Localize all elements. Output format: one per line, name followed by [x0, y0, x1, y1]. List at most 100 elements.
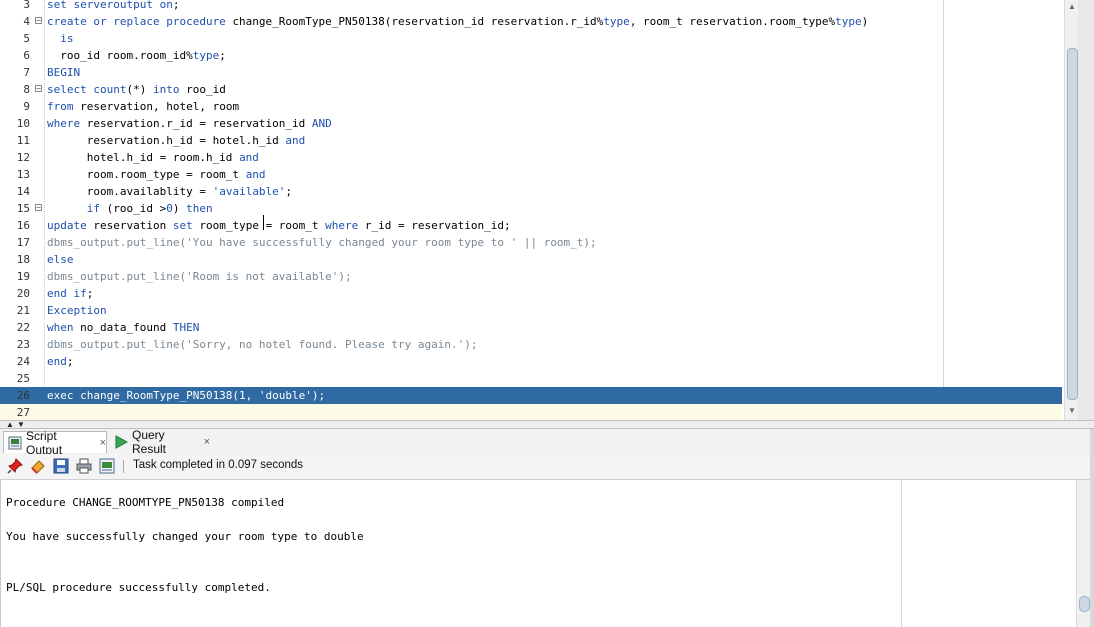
code-line[interactable]: 22 when no_data_found THEN [0, 319, 1062, 336]
code-line[interactable]: 7 BEGIN [0, 64, 1062, 81]
code-text: update reservation set room_type = room_… [47, 217, 511, 234]
save-as-icon[interactable] [99, 458, 115, 474]
scroll-up-icon[interactable]: ▲ [1068, 2, 1076, 11]
line-number: 18 [16, 253, 30, 266]
scrollbar-thumb[interactable] [1067, 48, 1078, 400]
script-output-icon [8, 436, 22, 450]
code-text: roo_id room.room_id%type; [47, 47, 226, 64]
code-token: roo_id [179, 83, 226, 96]
code-token: exec change_RoomType_PN50138(1, 'double'… [47, 389, 326, 402]
code-token: reservation.r_id = reservation_id [80, 117, 312, 130]
line-number: 21 [16, 304, 30, 317]
code-text: select count(*) into roo_id [47, 81, 226, 98]
line-number: 10 [16, 117, 30, 130]
output-vertical-scrollbar[interactable] [1076, 480, 1091, 627]
line-number: 7 [23, 66, 30, 79]
code-text: room.room_type = room_t and [47, 166, 266, 183]
code-token: ; [219, 49, 226, 62]
tab-query-result[interactable]: Query Result × [110, 428, 210, 456]
code-line[interactable]: 12 hotel.h_id = room.h_id and [0, 149, 1062, 166]
line-number: 14 [16, 185, 30, 198]
code-token: else [47, 253, 74, 266]
code-token: and [239, 151, 259, 164]
collapse-up-icon[interactable]: ▲ [6, 421, 14, 429]
code-line[interactable]: 3 set serveroutput on; [0, 0, 1062, 13]
code-line[interactable]: 19 dbms_output.put_line('Room is not avai… [0, 268, 1062, 285]
save-icon[interactable] [53, 458, 69, 474]
code-text: dbms_output.put_line('Sorry, no hotel fo… [47, 336, 477, 353]
output-line: You have successfully changed your room … [6, 530, 364, 543]
scroll-down-icon[interactable]: ▼ [1068, 406, 1076, 415]
code-token: ; [66, 355, 74, 368]
code-line[interactable]: 20 end if; [0, 285, 1062, 302]
code-line[interactable]: 11 reservation.h_id = hotel.h_id and [0, 132, 1062, 149]
code-text: is [47, 30, 73, 47]
collapse-down-icon[interactable]: ▼ [17, 421, 25, 429]
code-line[interactable]: 17 dbms_output.put_line('You have success… [0, 234, 1062, 251]
script-output-panel[interactable]: Procedure CHANGE_ROOMTYPE_PN50138 compil… [0, 480, 1090, 627]
code-line[interactable]: 4− create or replace procedure change_Roo… [0, 13, 1062, 30]
print-icon[interactable] [76, 458, 92, 474]
code-text: if (roo_id >0) then [47, 200, 213, 217]
code-line[interactable]: 8− select count(*) into roo_id [0, 81, 1062, 98]
code-token: ; [172, 0, 187, 11]
code-line[interactable]: 9 from reservation, hotel, room [0, 98, 1062, 115]
output-line: PL/SQL procedure successfully completed. [6, 581, 271, 594]
code-token: create or replace procedure [47, 15, 233, 28]
scrollbar-thumb[interactable] [1079, 596, 1090, 612]
output-tab-bar: Script Output × Query Result × [0, 428, 1094, 457]
code-line[interactable]: 5 is [0, 30, 1062, 47]
code-token: count [93, 83, 127, 96]
pin-icon[interactable] [7, 458, 23, 474]
close-icon[interactable]: × [100, 437, 106, 449]
code-line[interactable]: 27 [0, 404, 1062, 420]
code-text: end if; [47, 285, 93, 302]
code-line[interactable]: 10 where reservation.r_id = reservation_i… [0, 115, 1062, 132]
code-line[interactable]: 23 dbms_output.put_line('Sorry, no hotel … [0, 336, 1062, 353]
code-line-selected[interactable]: 26 exec change_RoomType_PN50138(1, 'doubl… [0, 387, 1062, 404]
code-text: else [47, 251, 74, 268]
fold-toggle-icon[interactable]: − [35, 85, 42, 93]
line-number: 12 [16, 151, 30, 164]
line-number: 20 [16, 287, 30, 300]
code-line[interactable]: 18 else [0, 251, 1062, 268]
code-token: THEN [172, 321, 200, 334]
line-number: 27 [16, 406, 30, 419]
code-token: BEGIN [47, 66, 81, 79]
code-text: when no_data_found THEN [47, 319, 199, 336]
close-icon[interactable]: × [204, 436, 210, 448]
code-token: end if [47, 287, 87, 300]
code-token: reservation.h_id = hotel.h_id [47, 134, 286, 147]
text-cursor-icon [263, 215, 264, 230]
code-token: type [192, 49, 220, 62]
code-line[interactable]: 21 Exception [0, 302, 1062, 319]
tab-script-output[interactable]: Script Output × [3, 429, 107, 457]
line-number: 9 [23, 100, 30, 113]
eraser-icon[interactable] [30, 458, 46, 474]
code-token: no_data_found [73, 321, 173, 334]
code-line[interactable]: 14 room.availablity = 'available'; [0, 183, 1062, 200]
code-line[interactable]: 24 end; [0, 353, 1062, 370]
code-editor[interactable]: 3 set serveroutput on; 4− create or replac… [0, 0, 1094, 420]
editor-vertical-scrollbar[interactable]: ▲ ▼ [1064, 0, 1079, 420]
code-token: update [47, 219, 87, 232]
code-line[interactable]: 16 update reservation set room_type = roo… [0, 217, 1062, 234]
code-token: then [186, 202, 213, 215]
line-number: 26 [16, 389, 30, 402]
line-number: 19 [16, 270, 30, 283]
code-token: 0 [166, 202, 173, 215]
code-line[interactable]: 13 room.room_type = room_t and [0, 166, 1062, 183]
code-text: create or replace procedure change_RoomT… [47, 13, 868, 30]
code-token: ) [861, 15, 869, 28]
code-token: and [245, 168, 266, 181]
code-token: dbms_output.put_line('Room is not availa… [47, 270, 352, 283]
fold-toggle-icon[interactable]: − [35, 17, 42, 25]
toolbar-separator [123, 460, 124, 473]
code-line[interactable]: 15− if (roo_id >0) then [0, 200, 1062, 217]
code-line[interactable]: 6 roo_id room.room_id%type; [0, 47, 1062, 64]
code-token: room.room_type = room_t [47, 168, 246, 181]
fold-toggle-icon[interactable]: − [35, 204, 42, 212]
run-icon [114, 435, 129, 449]
line-number: 24 [16, 355, 30, 368]
code-line[interactable]: 25 [0, 370, 1062, 387]
